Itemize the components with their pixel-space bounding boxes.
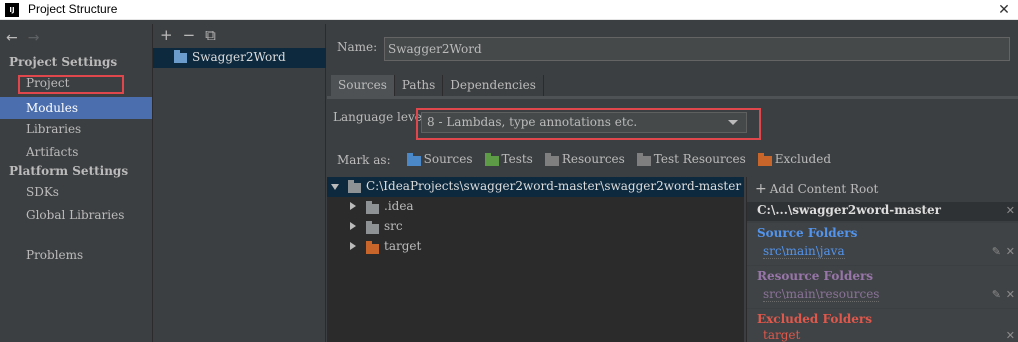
module-item-label: Swagger2Word xyxy=(192,50,286,64)
test-resources-folder-icon xyxy=(636,152,651,166)
folder-icon xyxy=(366,201,379,214)
mark-as-tests[interactable]: Tests xyxy=(484,152,533,167)
folder-icon xyxy=(348,180,361,193)
excluded-folder-path[interactable]: target xyxy=(763,328,800,342)
mark-as-label: Mark as: xyxy=(337,152,391,167)
module-tabs: Sources Paths Dependencies xyxy=(331,75,544,96)
add-content-root-label: Add Content Root xyxy=(769,182,879,196)
add-icon[interactable]: + xyxy=(160,26,173,44)
excluded-folder-icon xyxy=(757,152,772,166)
remove-icon[interactable]: ✕ xyxy=(1006,329,1015,342)
window-title: Project Structure xyxy=(28,2,118,16)
content-root-path: C:\...\swagger2word-master xyxy=(757,203,941,217)
nav-item-problems[interactable]: Problems xyxy=(0,244,152,266)
content-roots-panel: + Add Content Root C:\...\swagger2word-ma… xyxy=(746,177,1018,342)
module-name-field[interactable]: Swagger2Word xyxy=(384,37,1010,61)
name-label: Name: xyxy=(337,40,378,54)
mark-as-test-resources-label: Test Resources xyxy=(653,152,746,166)
tab-dependencies[interactable]: Dependencies xyxy=(443,75,544,96)
platform-settings-header: Platform Settings xyxy=(9,164,129,178)
mark-as-resources-label: Resources xyxy=(561,152,625,166)
tab-sources[interactable]: Sources xyxy=(331,75,395,96)
back-arrow-icon[interactable]: ← xyxy=(6,30,18,46)
module-detail-pane: Name: Swagger2Word Sources Paths Depende… xyxy=(327,24,1018,342)
modules-panel: + − ⧉ Swagger2Word xyxy=(153,24,326,342)
remove-icon[interactable]: ✕ xyxy=(1006,288,1015,301)
edit-icon[interactable]: ✎ xyxy=(992,245,1001,258)
highlight-outline-language-level xyxy=(416,108,761,140)
tabs-divider xyxy=(327,96,1018,99)
content-root-header: C:\...\swagger2word-master ✕ xyxy=(747,202,1018,221)
nav-item-libraries[interactable]: Libraries xyxy=(0,118,152,140)
resource-folder-path[interactable]: src\main\resources xyxy=(763,287,880,302)
chevron-right-icon[interactable] xyxy=(350,242,356,250)
mark-as-excluded[interactable]: Excluded xyxy=(757,152,832,167)
excluded-folders-section: Excluded Folders target ✕ xyxy=(747,309,1018,342)
add-icon: + xyxy=(755,181,767,197)
settings-nav: ← → Project Settings Project Modules Libr… xyxy=(0,24,153,342)
module-item[interactable]: Swagger2Word xyxy=(153,48,326,68)
resource-folders-title: Resource Folders xyxy=(757,269,874,283)
mark-as-toolbar: Mark as: Sources Tests Resources Test Re… xyxy=(337,152,843,167)
content-tree: C:\IdeaProjects\swagger2word-master\swag… xyxy=(327,177,744,342)
highlight-outline-project xyxy=(18,75,124,94)
nav-arrows: ← → xyxy=(6,30,49,46)
excluded-folder-icon xyxy=(366,241,379,254)
nav-item-modules[interactable]: Modules xyxy=(0,97,152,119)
mark-as-sources-label: Sources xyxy=(423,152,473,166)
tree-root-label: C:\IdeaProjects\swagger2word-master\swag… xyxy=(366,179,742,193)
sources-folder-icon xyxy=(406,152,421,166)
forward-arrow-icon[interactable]: → xyxy=(28,30,40,46)
mark-as-tests-label: Tests xyxy=(501,152,533,166)
resource-folders-section: Resource Folders src\main\resources ✎ ✕ xyxy=(747,266,1018,308)
resources-folder-icon xyxy=(544,152,559,166)
tab-paths[interactable]: Paths xyxy=(394,75,444,96)
chevron-down-icon[interactable] xyxy=(331,184,339,190)
source-folders-title: Source Folders xyxy=(757,226,858,240)
mark-as-resources[interactable]: Resources xyxy=(544,152,625,167)
mark-as-test-resources[interactable]: Test Resources xyxy=(636,152,746,167)
title-bar: IJ Project Structure ✕ xyxy=(0,0,1018,20)
nav-item-artifacts[interactable]: Artifacts xyxy=(0,141,152,163)
tree-row-label: target xyxy=(384,239,422,253)
copy-icon[interactable]: ⧉ xyxy=(205,26,216,44)
modules-toolbar: + − ⧉ xyxy=(160,26,226,44)
folder-icon xyxy=(366,221,379,234)
intellij-app-icon: IJ xyxy=(5,3,19,17)
source-folders-section: Source Folders src\main\java ✎ ✕ xyxy=(747,223,1018,265)
chevron-right-icon[interactable] xyxy=(350,202,356,210)
mark-as-sources[interactable]: Sources xyxy=(406,152,473,167)
remove-root-icon[interactable]: ✕ xyxy=(1006,204,1015,217)
chevron-right-icon[interactable] xyxy=(350,222,356,230)
tree-row-label: .idea xyxy=(384,199,414,213)
mark-as-excluded-label: Excluded xyxy=(774,152,832,166)
close-icon[interactable]: ✕ xyxy=(996,0,1012,20)
nav-item-sdks[interactable]: SDKs xyxy=(0,181,152,203)
add-content-root-button[interactable]: + Add Content Root xyxy=(755,181,878,197)
edit-icon[interactable]: ✎ xyxy=(992,288,1001,301)
excluded-folders-title: Excluded Folders xyxy=(757,312,873,326)
tests-folder-icon xyxy=(484,152,499,166)
tree-row-label: src xyxy=(384,219,403,233)
remove-icon[interactable]: ✕ xyxy=(1006,245,1015,258)
source-folder-path[interactable]: src\main\java xyxy=(763,244,845,259)
nav-item-global-libraries[interactable]: Global Libraries xyxy=(0,204,152,226)
tree-root-row[interactable]: C:\IdeaProjects\swagger2word-master\swag… xyxy=(327,177,744,197)
project-settings-header: Project Settings xyxy=(9,55,118,69)
module-folder-icon xyxy=(174,50,187,63)
remove-icon[interactable]: − xyxy=(183,26,196,44)
